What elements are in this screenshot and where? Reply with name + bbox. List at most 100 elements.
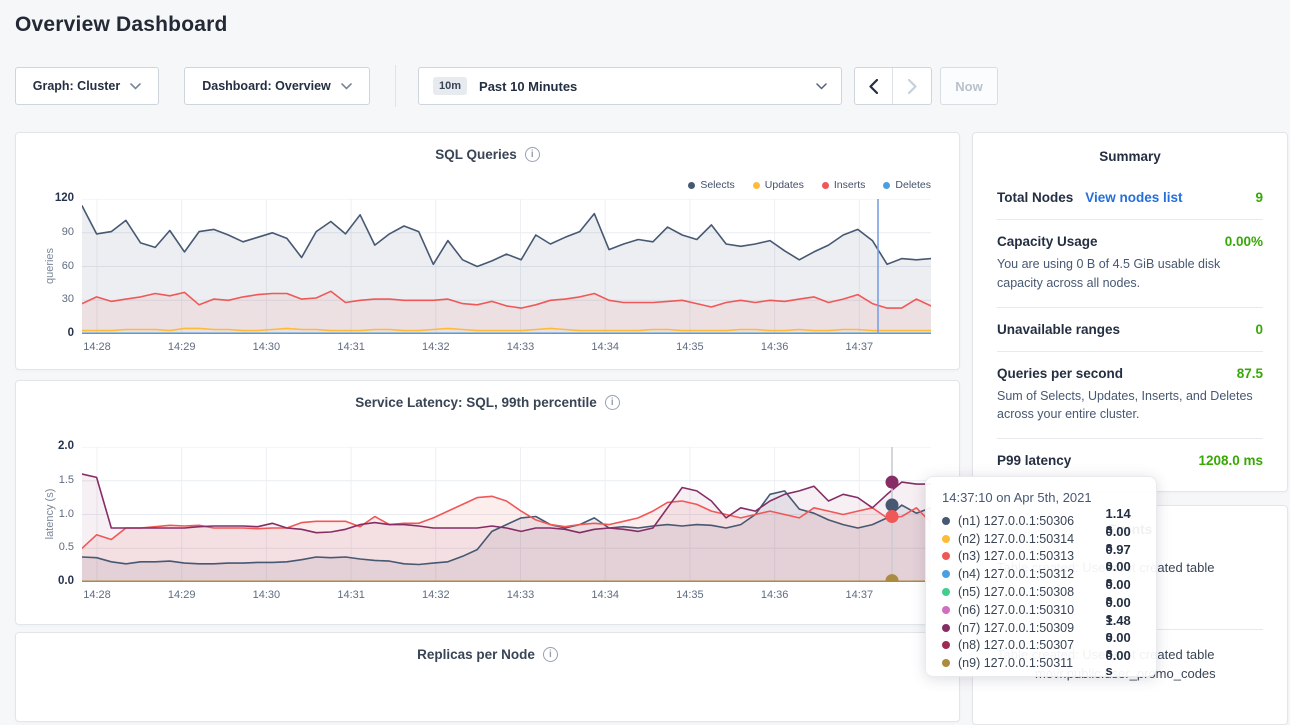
x-axis-tick-label: 14:33 — [496, 341, 546, 353]
x-axis-tick-label: 14:36 — [750, 341, 800, 353]
x-axis-tick-label: 14:29 — [157, 589, 207, 601]
divider — [997, 351, 1263, 352]
node-address: (n6) 127.0.0.1:50310 — [958, 603, 1097, 617]
legend-color-dot — [822, 182, 829, 189]
chevron-down-icon — [130, 83, 141, 90]
unavailable-ranges-row: Unavailable ranges 0 — [997, 322, 1263, 337]
summary-panel: Summary Total Nodes View nodes list 9 Ca… — [972, 132, 1288, 492]
legend-label: Selects — [700, 179, 734, 191]
legend-label: Deletes — [895, 179, 931, 191]
node-latency-value: 0.00 s — [1105, 648, 1140, 678]
legend-label: Updates — [765, 179, 804, 191]
legend-color-dot — [883, 182, 890, 189]
p99-latency-label: P99 latency — [997, 453, 1071, 468]
chart-plot-area[interactable]: 14:2814:2914:3014:3114:3214:3314:3414:35… — [82, 447, 931, 582]
time-range-picker[interactable]: 10m Past 10 Minutes — [418, 67, 842, 105]
graph-selector-label: Graph: Cluster — [33, 79, 121, 93]
divider — [997, 438, 1263, 439]
dashboard-selector-label: Dashboard: Overview — [202, 79, 331, 93]
x-axis-tick-label: 14:35 — [665, 589, 715, 601]
legend-label: Inserts — [834, 179, 866, 191]
service-latency-chart-panel: Service Latency: SQL, 99th percentile i … — [15, 380, 960, 625]
capacity-usage-value: 0.00% — [1225, 234, 1263, 249]
time-range-nav — [854, 67, 932, 105]
queries-per-second-description: Sum of Selects, Updates, Inserts, and De… — [997, 387, 1263, 425]
chart-legend: Selects Updates Inserts Deletes — [688, 179, 931, 191]
x-axis-tick-label: 14:34 — [580, 341, 630, 353]
previous-range-button[interactable] — [855, 68, 893, 104]
time-window-badge: 10m — [433, 77, 467, 95]
legend-color-dot — [753, 182, 760, 189]
capacity-usage-description: You are using 0 B of 4.5 GiB usable disk… — [997, 255, 1263, 293]
unavailable-ranges-value: 0 — [1255, 322, 1263, 337]
info-icon[interactable]: i — [605, 395, 620, 410]
x-axis-tick-label: 14:32 — [411, 589, 461, 601]
x-axis-tick-label: 14:35 — [665, 341, 715, 353]
divider — [997, 219, 1263, 220]
node-color-dot — [942, 535, 950, 543]
y-axis-tick-label: 120 — [36, 192, 74, 204]
total-nodes-row: Total Nodes View nodes list 9 — [997, 190, 1263, 205]
chart-title: SQL Queries — [435, 147, 517, 162]
node-color-dot — [942, 606, 950, 614]
unavailable-ranges-label: Unavailable ranges — [997, 322, 1120, 337]
x-axis-tick-label: 14:30 — [241, 589, 291, 601]
node-color-dot — [942, 624, 950, 632]
total-nodes-value: 9 — [1255, 190, 1263, 205]
replicas-per-node-chart-panel: Replicas per Node i — [15, 632, 960, 722]
chevron-down-icon — [341, 83, 352, 90]
x-axis-tick-label: 14:29 — [157, 341, 207, 353]
node-address: (n1) 127.0.0.1:50306 — [958, 514, 1097, 528]
y-axis-tick-label: 1.5 — [36, 474, 74, 486]
legend-item-updates[interactable]: Updates — [753, 179, 804, 191]
y-axis-tick-label: 1.0 — [36, 508, 74, 520]
node-color-dot — [942, 517, 950, 525]
chart-plot-area[interactable]: 14:2814:2914:3014:3114:3214:3314:3414:35… — [82, 199, 931, 334]
time-window-label: Past 10 Minutes — [479, 79, 577, 94]
view-nodes-list-link[interactable]: View nodes list — [1085, 190, 1182, 205]
legend-item-deletes[interactable]: Deletes — [883, 179, 931, 191]
p99-latency-value: 1208.0 ms — [1198, 453, 1263, 468]
next-range-button[interactable] — [893, 68, 931, 104]
node-address: (n3) 127.0.0.1:50313 — [958, 549, 1097, 563]
chart-title: Replicas per Node — [417, 647, 535, 662]
x-axis-tick-label: 14:28 — [72, 589, 122, 601]
x-axis-tick-label: 14:34 — [580, 589, 630, 601]
node-color-dot — [942, 641, 950, 649]
divider — [997, 307, 1263, 308]
node-color-dot — [942, 588, 950, 596]
info-icon[interactable]: i — [543, 647, 558, 662]
legend-item-inserts[interactable]: Inserts — [822, 179, 866, 191]
capacity-usage-label: Capacity Usage — [997, 234, 1098, 249]
chart-title: Service Latency: SQL, 99th percentile — [355, 395, 597, 410]
info-icon[interactable]: i — [525, 147, 540, 162]
graph-selector-dropdown[interactable]: Graph: Cluster — [15, 67, 159, 105]
dashboard-selector-dropdown[interactable]: Dashboard: Overview — [184, 67, 370, 105]
tooltip-row: (n9) 127.0.0.1:503110.00 s — [942, 654, 1140, 672]
x-axis-tick-label: 14:37 — [834, 341, 884, 353]
legend-item-selects[interactable]: Selects — [688, 179, 734, 191]
node-address: (n4) 127.0.0.1:50312 — [958, 567, 1097, 581]
toolbar-divider — [395, 65, 396, 107]
y-axis-tick-label: 60 — [36, 260, 74, 272]
chart-hover-tooltip: 14:37:10 on Apr 5th, 2021 (n1) 127.0.0.1… — [925, 476, 1157, 677]
y-axis-tick-label: 0 — [36, 327, 74, 339]
x-axis-tick-label: 14:31 — [326, 341, 376, 353]
now-button[interactable]: Now — [940, 67, 998, 105]
legend-color-dot — [688, 182, 695, 189]
chevron-right-icon — [908, 79, 917, 94]
x-axis-tick-label: 14:37 — [834, 589, 884, 601]
y-axis-tick-label: 30 — [36, 293, 74, 305]
x-axis-tick-label: 14:36 — [750, 589, 800, 601]
capacity-usage-row: Capacity Usage 0.00% — [997, 234, 1263, 249]
x-axis-tick-label: 14:28 — [72, 341, 122, 353]
node-address: (n2) 127.0.0.1:50314 — [958, 532, 1097, 546]
node-color-dot — [942, 570, 950, 578]
tooltip-timestamp: 14:37:10 on Apr 5th, 2021 — [942, 490, 1140, 505]
chevron-down-icon — [816, 83, 827, 90]
x-axis-tick-label: 14:32 — [411, 341, 461, 353]
summary-title: Summary — [997, 149, 1263, 164]
p99-latency-row: P99 latency 1208.0 ms — [997, 453, 1263, 468]
y-axis-tick-label: 2.0 — [36, 440, 74, 452]
node-address: (n7) 127.0.0.1:50309 — [958, 621, 1097, 635]
